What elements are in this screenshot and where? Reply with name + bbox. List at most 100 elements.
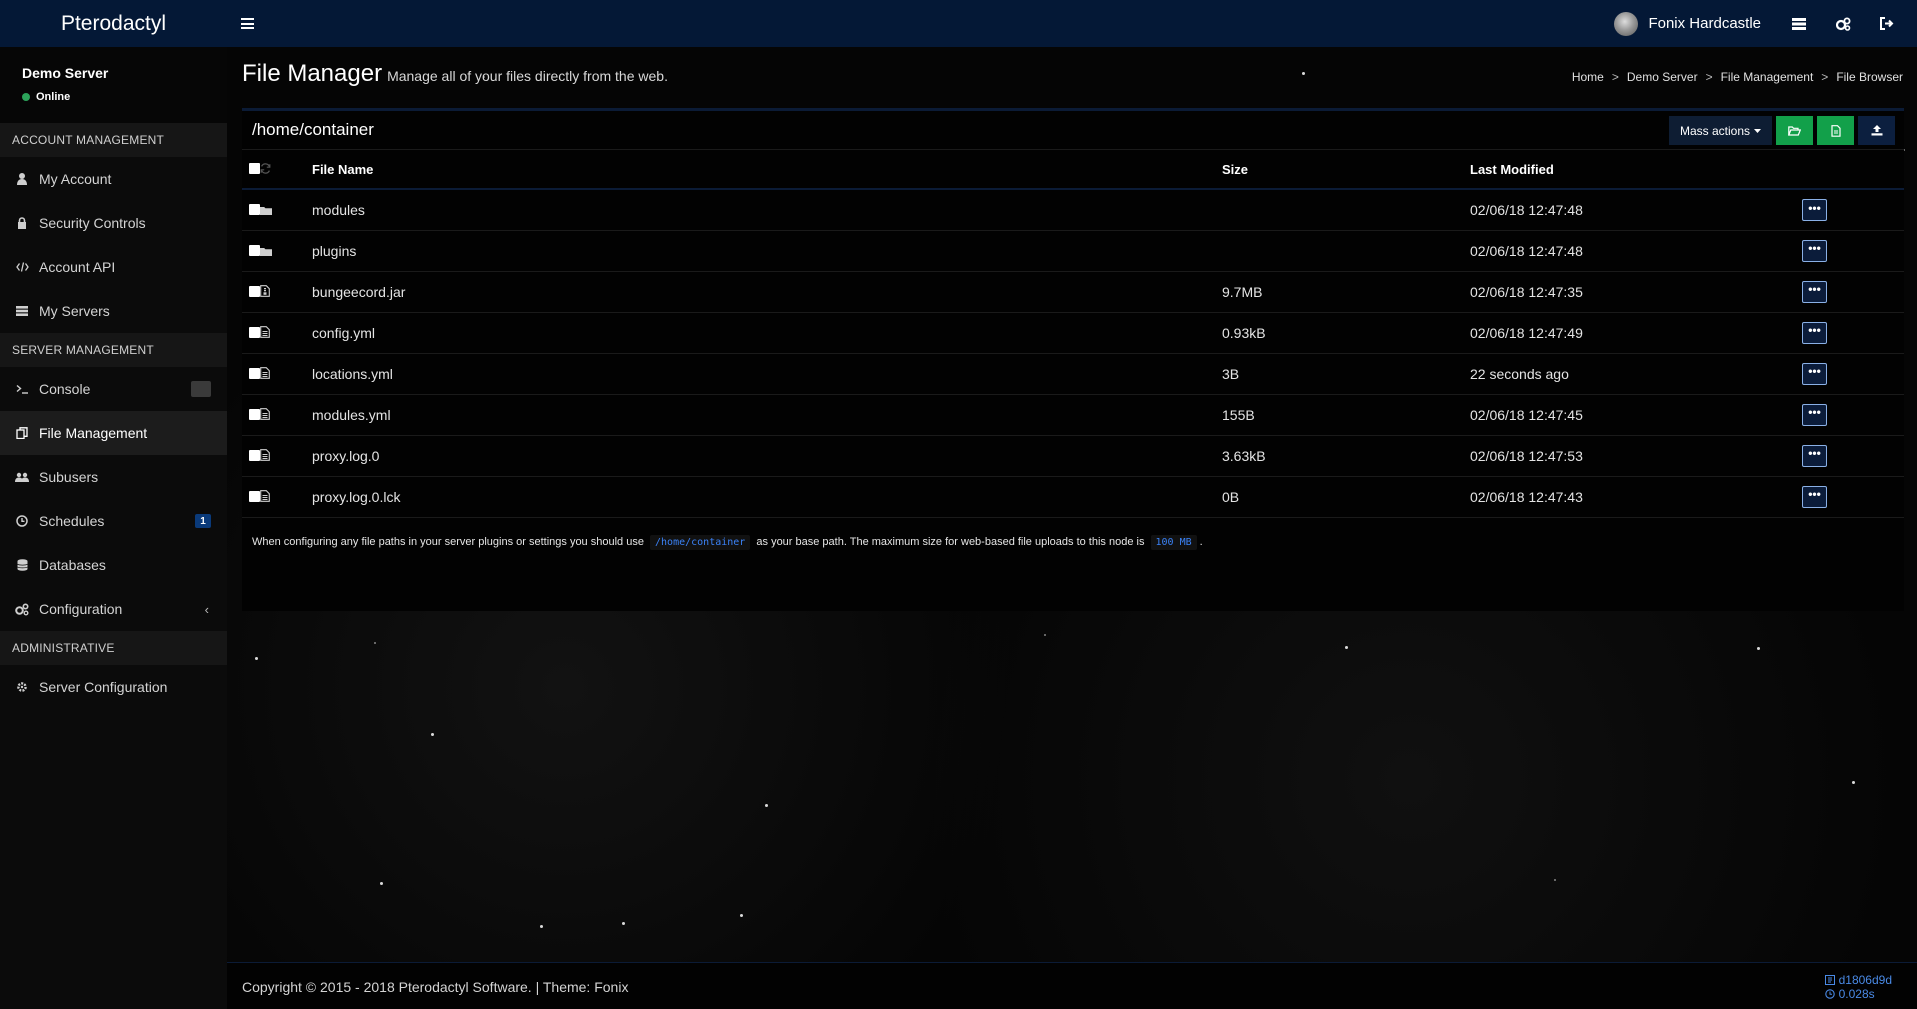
gear-icon — [15, 680, 29, 694]
file-row[interactable]: modules.yml 155B 02/06/18 12:47:45 ••• — [242, 394, 1904, 436]
new-file-button[interactable] — [1817, 116, 1854, 145]
page-header: File Manager Manage all of your files di… — [242, 60, 668, 88]
mass-actions-label: Mass actions — [1679, 123, 1750, 138]
row-checkbox[interactable] — [249, 244, 260, 256]
file-row[interactable]: proxy.log.0.lck 0B 02/06/18 12:47:43 ••• — [242, 476, 1904, 518]
note-suffix: . — [1199, 535, 1203, 548]
row-checkbox[interactable] — [249, 367, 260, 379]
file-row[interactable]: locations.yml 3B 22 seconds ago ••• — [242, 353, 1904, 395]
breadcrumb-file-management[interactable]: File Management — [1721, 70, 1814, 84]
row-actions-cell: ••• — [1802, 271, 1904, 313]
sidebar-item-my-account[interactable]: My Account — [0, 157, 227, 201]
terminal-icon — [15, 382, 29, 396]
sidebar-item-server-configuration[interactable]: Server Configuration — [0, 665, 227, 709]
file-toolbar: Mass actions — [1668, 116, 1895, 145]
user-menu[interactable]: Fonix Hardcastle — [1598, 11, 1777, 36]
sidebar-item-security-controls[interactable]: Security Controls — [0, 201, 227, 245]
file-icon — [1830, 124, 1841, 137]
file-options-button[interactable]: ••• — [1802, 321, 1827, 344]
file-options-button[interactable]: ••• — [1802, 362, 1827, 385]
sidebar-item-configuration[interactable]: Configuration ‹ — [0, 587, 227, 631]
header-refresh-cell — [260, 150, 312, 190]
column-header-size[interactable]: Size — [1222, 150, 1470, 190]
logout-icon — [1880, 17, 1894, 30]
breadcrumb-current: File Browser — [1836, 70, 1903, 84]
users-icon — [15, 470, 29, 484]
version-hash: d1806d9d — [1838, 973, 1892, 987]
file-options-button[interactable]: ••• — [1802, 485, 1827, 508]
sidebar-toggle-button[interactable] — [227, 0, 267, 47]
star — [255, 657, 258, 660]
file-name[interactable]: proxy.log.0.lck — [312, 476, 1222, 518]
sidebar-item-schedules[interactable]: Schedules 1 — [0, 499, 227, 543]
file-text-icon — [260, 407, 270, 423]
row-checkbox[interactable] — [249, 490, 260, 502]
code-icon — [15, 260, 29, 274]
render-time: 0.028s — [1838, 987, 1875, 1001]
star — [1554, 879, 1556, 881]
sidebar-item-my-servers[interactable]: My Servers — [0, 289, 227, 333]
file-name[interactable]: locations.yml — [312, 353, 1222, 395]
row-icon-cell — [260, 189, 312, 231]
file-options-button[interactable]: ••• — [1802, 403, 1827, 426]
file-row[interactable]: proxy.log.0 3.63kB 02/06/18 12:47:53 ••• — [242, 435, 1904, 477]
column-header-file-name[interactable]: File Name — [312, 150, 1222, 190]
refresh-icon[interactable] — [260, 162, 271, 174]
select-all-checkbox[interactable] — [249, 162, 260, 174]
logout-button[interactable] — [1865, 0, 1909, 47]
column-header-last-modified[interactable]: Last Modified — [1470, 150, 1802, 190]
mass-actions-dropdown[interactable]: Mass actions — [1668, 116, 1772, 145]
file-row[interactable]: config.yml 0.93kB 02/06/18 12:47:49 ••• — [242, 312, 1904, 354]
row-icon-cell — [260, 312, 312, 354]
row-checkbox[interactable] — [249, 408, 260, 420]
file-options-button[interactable]: ••• — [1802, 280, 1827, 303]
row-select-cell — [242, 312, 260, 354]
admin-settings-button[interactable] — [1821, 0, 1865, 47]
file-name[interactable]: modules.yml — [312, 394, 1222, 436]
file-options-button[interactable]: ••• — [1802, 199, 1827, 221]
row-actions-cell: ••• — [1802, 353, 1904, 395]
file-name[interactable]: proxy.log.0 — [312, 435, 1222, 477]
file-row[interactable]: plugins 02/06/18 12:47:48 ••• — [242, 230, 1904, 272]
file-name[interactable]: modules — [312, 189, 1222, 231]
breadcrumb-separator: > — [1611, 70, 1619, 84]
breadcrumb-server[interactable]: Demo Server — [1627, 70, 1698, 84]
file-table: File Name Size Last Modified modules 02/0… — [242, 150, 1904, 518]
brand-logo[interactable]: Pterodactyl — [0, 0, 227, 47]
breadcrumb-separator: > — [1705, 70, 1713, 84]
row-checkbox[interactable] — [249, 203, 260, 215]
file-name[interactable]: config.yml — [312, 312, 1222, 354]
breadcrumb-home[interactable]: Home — [1572, 70, 1604, 84]
sidebar-item-file-management[interactable]: File Management — [0, 411, 227, 455]
sidebar-item-account-api[interactable]: Account API — [0, 245, 227, 289]
page-title: File Manager — [242, 60, 383, 87]
file-modified: 02/06/18 12:47:35 — [1470, 271, 1802, 313]
file-row[interactable]: bungeecord.jar 9.7MB 02/06/18 12:47:35 ••• — [242, 271, 1904, 313]
file-text-icon — [260, 448, 270, 464]
sidebar-item-label: File Management — [39, 425, 148, 441]
upload-icon — [1871, 125, 1882, 136]
star — [622, 922, 625, 925]
file-name[interactable]: plugins — [312, 230, 1222, 272]
servers-list-button[interactable] — [1777, 0, 1821, 47]
file-size: 155B — [1222, 394, 1470, 436]
upload-button[interactable] — [1858, 116, 1895, 145]
file-options-button[interactable]: ••• — [1802, 444, 1827, 467]
file-size: 0.93kB — [1222, 312, 1470, 354]
sidebar-item-console[interactable]: Console — [0, 367, 227, 411]
row-checkbox[interactable] — [249, 326, 260, 338]
file-row[interactable]: modules 02/06/18 12:47:48 ••• — [242, 189, 1904, 231]
page-subtitle: Manage all of your files directly from t… — [387, 68, 668, 84]
folder-open-icon — [1788, 125, 1801, 136]
file-options-button[interactable]: ••• — [1802, 239, 1827, 262]
file-size — [1222, 230, 1470, 272]
star — [1302, 72, 1305, 75]
folder-icon — [260, 243, 272, 259]
new-folder-button[interactable] — [1776, 116, 1813, 145]
file-name[interactable]: bungeecord.jar — [312, 271, 1222, 313]
row-checkbox[interactable] — [249, 449, 260, 461]
sidebar-item-databases[interactable]: Databases — [0, 543, 227, 587]
sidebar-item-subusers[interactable]: Subusers — [0, 455, 227, 499]
row-checkbox[interactable] — [249, 285, 260, 297]
user-icon — [15, 172, 29, 186]
